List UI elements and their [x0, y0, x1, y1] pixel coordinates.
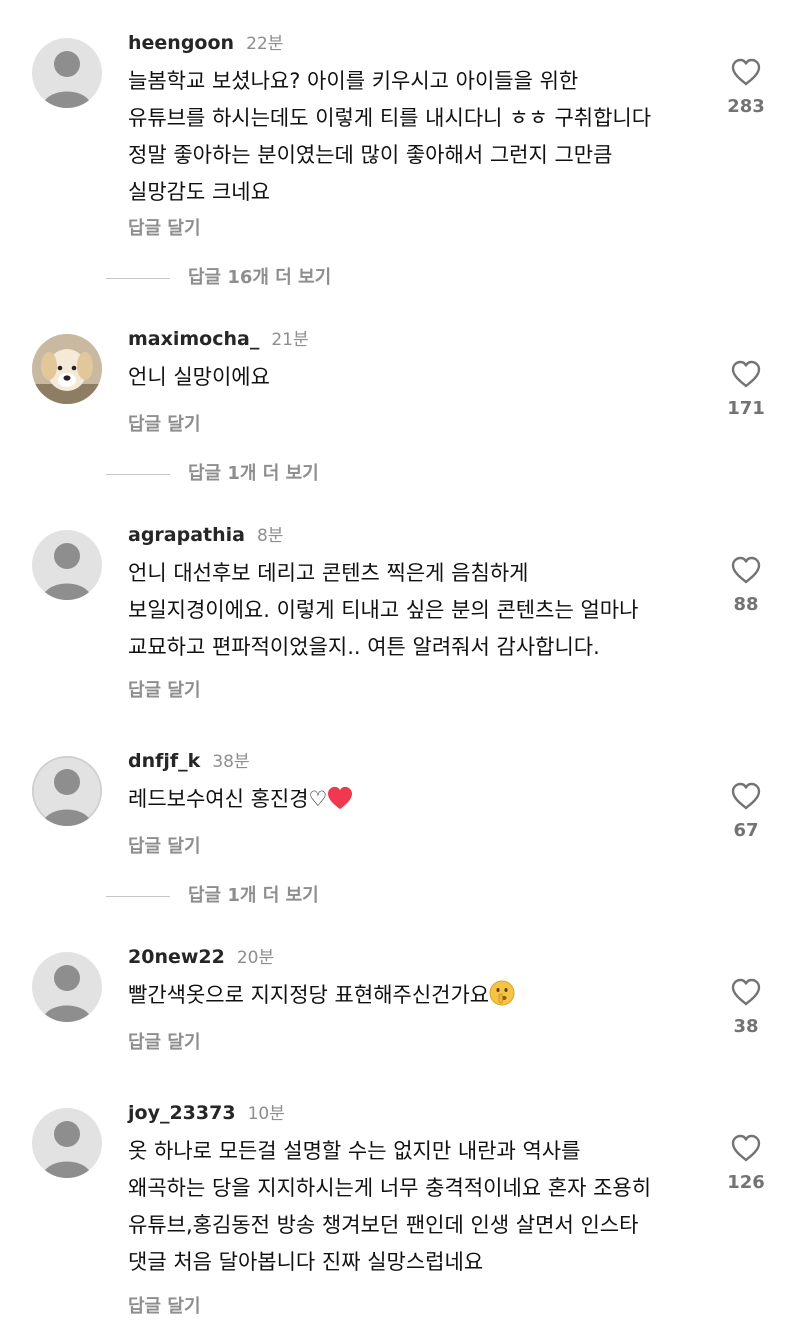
like-control: 126 — [718, 1134, 774, 1193]
dog-avatar-icon[interactable] — [32, 334, 102, 404]
timestamp: 10분 — [247, 1104, 285, 1124]
like-count: 38 — [733, 1016, 759, 1037]
like-count: 67 — [733, 820, 759, 841]
like-count: 171 — [727, 398, 765, 419]
comment-line: 유튜브,홍김동전 방송 챙겨보던 팬인데 인생 살면서 인스타 — [128, 1213, 639, 1237]
username[interactable]: 20new22 — [128, 946, 225, 968]
default-avatar-icon[interactable] — [32, 952, 102, 1022]
comment-text: 옷 하나로 모든걸 설명할 수는 없지만 내란과 역사를 왜곡하는 당을 지지하… — [128, 1133, 708, 1281]
comment-line: 실망감도 크네요 — [128, 180, 270, 204]
timestamp: 8분 — [256, 526, 284, 546]
view-replies-label: 답글 1개 더 보기 — [188, 885, 319, 906]
comment-line: 언니 실망이에요 — [128, 365, 270, 389]
reply-button[interactable]: 답글 달기 — [128, 832, 201, 858]
heart-outline-icon[interactable] — [731, 978, 761, 1006]
comment-line: 댓글 처음 달아봅니다 진짜 실망스럽네요 — [128, 1250, 484, 1274]
comment-line: 정말 좋아하는 분이였는데 많이 좋아해서 그런지 그만큼 — [128, 143, 613, 167]
username[interactable]: joy_23373 — [128, 1102, 236, 1124]
heart-outline-icon[interactable] — [731, 556, 761, 584]
heart-outline-icon[interactable] — [731, 360, 761, 388]
shushing-face-emoji — [489, 980, 515, 1006]
red-heart-emoji — [328, 786, 353, 810]
timestamp: 20분 — [236, 948, 275, 968]
comment-line: 보일지경이에요. 이렇게 티내고 싶은 분의 콘텐츠는 얼마나 — [128, 598, 639, 622]
comment-header: agrapathia 8분 — [128, 520, 283, 550]
reply-button[interactable]: 답글 달기 — [128, 1292, 201, 1318]
reply-button[interactable]: 답글 달기 — [128, 214, 201, 240]
username[interactable]: agrapathia — [128, 524, 245, 546]
like-control: 38 — [718, 978, 774, 1037]
divider-line — [106, 474, 170, 475]
comment-line-text: 레드보수여신 홍진경♡ — [128, 787, 328, 811]
username[interactable]: dnfjf_k — [128, 750, 200, 772]
divider-line — [106, 278, 170, 279]
timestamp: 38분 — [212, 752, 250, 772]
heart-outline-icon[interactable] — [731, 1134, 761, 1162]
comment-line: 늘봄학교 보셨나요? 아이를 키우시고 아이들을 위한 — [128, 69, 579, 93]
like-count: 88 — [733, 594, 759, 615]
comment-line: 레드보수여신 홍진경♡ — [128, 781, 708, 818]
reply-button[interactable]: 답글 달기 — [128, 410, 201, 436]
heart-outline-icon[interactable] — [731, 58, 761, 86]
comment-line: 유튜브를 하시는데도 이렇게 티를 내시다니 ㅎㅎ 구취합니다 — [128, 106, 652, 130]
username[interactable]: heengoon — [128, 32, 234, 54]
comment-line-text: 빨간색옷으로 지지정당 표현해주신건가요 — [128, 983, 490, 1007]
comment-text: 언니 실망이에요 — [128, 359, 708, 396]
comment-line: 교묘하고 편파적이었을지.. 여튼 알려줘서 감사합니다. — [128, 635, 600, 659]
comment-line: 언니 대선후보 데리고 콘텐츠 찍은게 음침하게 — [128, 561, 529, 585]
view-replies-label: 답글 16개 더 보기 — [188, 267, 332, 288]
comment-header: joy_23373 10분 — [128, 1098, 285, 1128]
comment-header: 20new22 20분 — [128, 942, 274, 972]
comment-header: heengoon 22분 — [128, 28, 283, 58]
comment-line: 옷 하나로 모든걸 설명할 수는 없지만 내란과 역사를 — [128, 1139, 581, 1163]
comment-text: 레드보수여신 홍진경♡ — [128, 781, 708, 818]
like-count: 283 — [727, 96, 765, 117]
default-avatar-icon[interactable] — [32, 1108, 102, 1178]
comment-line: 빨간색옷으로 지지정당 표현해주신건가요 — [128, 977, 708, 1014]
comment-text: 언니 대선후보 데리고 콘텐츠 찍은게 음침하게 보일지경이에요. 이렇게 티내… — [128, 555, 708, 666]
like-control: 283 — [718, 58, 774, 117]
comment-header: dnfjf_k 38분 — [128, 746, 250, 776]
view-replies-label: 답글 1개 더 보기 — [188, 463, 319, 484]
timestamp: 22분 — [246, 34, 284, 54]
like-control: 171 — [718, 360, 774, 419]
like-count: 126 — [727, 1172, 765, 1193]
timestamp: 21분 — [271, 330, 309, 350]
divider-line — [106, 896, 170, 897]
like-control: 88 — [718, 556, 774, 615]
default-avatar-icon[interactable] — [32, 38, 102, 108]
like-control: 67 — [718, 782, 774, 841]
default-avatar-icon[interactable] — [32, 530, 102, 600]
comment-header: maximocha_ 21분 — [128, 324, 309, 354]
comment-text: 늘봄학교 보셨나요? 아이를 키우시고 아이들을 위한 유튜브를 하시는데도 이… — [128, 63, 708, 211]
heart-outline-icon[interactable] — [731, 782, 761, 810]
reply-button[interactable]: 답글 달기 — [128, 1028, 201, 1054]
comment-line: 왜곡하는 당을 지지하시는게 너무 충격적이네요 혼자 조용히 — [128, 1176, 652, 1200]
reply-button[interactable]: 답글 달기 — [128, 676, 201, 702]
comment-text: 빨간색옷으로 지지정당 표현해주신건가요 — [128, 977, 708, 1014]
username[interactable]: maximocha_ — [128, 328, 259, 350]
default-avatar-icon[interactable] — [32, 756, 102, 826]
